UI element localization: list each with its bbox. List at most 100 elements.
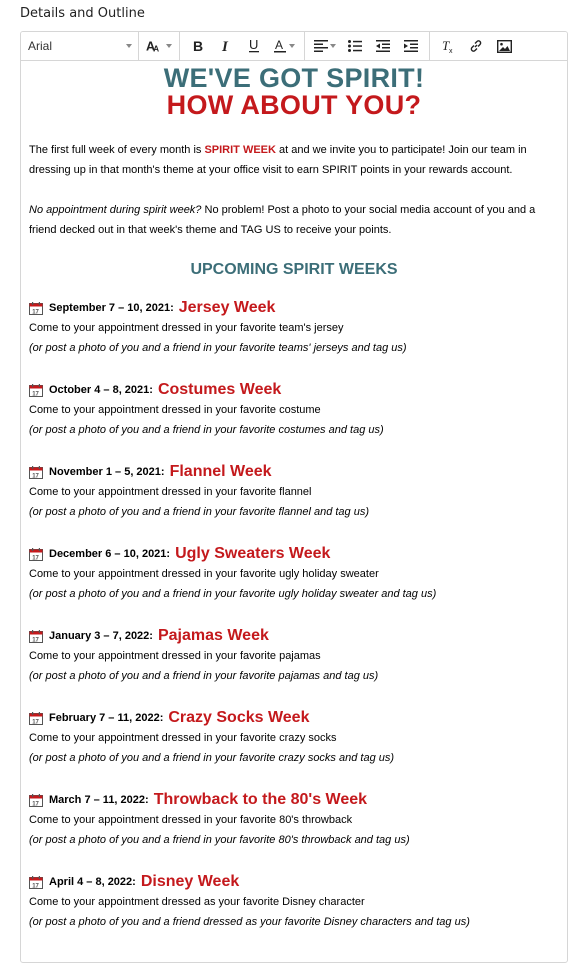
event-item: 17 October 4 – 8, 2021: Costumes Week Co…: [29, 380, 559, 440]
calendar-icon: 17: [29, 793, 43, 807]
clear-formatting-icon: Tx: [442, 39, 453, 53]
event-item: 17 November 1 – 5, 2021: Flannel Week Co…: [29, 462, 559, 522]
event-date: February 7 – 11, 2022:: [49, 712, 164, 724]
indent-icon: [404, 40, 418, 52]
font-size-button[interactable]: AA: [146, 35, 172, 57]
editor-content[interactable]: WE'VE GOT SPIRIT! HOW ABOUT YOU? The fir…: [21, 61, 567, 932]
calendar-icon: 17: [29, 711, 43, 725]
event-item: 17 April 4 – 8, 2022: Disney Week Come t…: [29, 872, 559, 932]
font-family-select[interactable]: Arial: [21, 32, 139, 60]
event-description: Come to your appointment dressed in your…: [29, 814, 353, 826]
bold-button[interactable]: B: [187, 35, 209, 57]
event-name: Jersey Week: [178, 299, 276, 316]
event-description: Come to your appointment dressed in your…: [29, 650, 321, 662]
svg-text:B: B: [193, 39, 203, 53]
font-color-icon: A: [274, 38, 286, 53]
chevron-down-icon: [330, 44, 336, 48]
font-color-button[interactable]: A: [271, 35, 297, 57]
event-header: 17 October 4 – 8, 2021: Costumes Week: [29, 380, 559, 400]
underline-button[interactable]: U: [243, 35, 265, 57]
svg-text:A: A: [153, 44, 159, 53]
font-size-icon: AA: [146, 40, 159, 54]
event-date: December 6 – 10, 2021:: [49, 548, 171, 560]
bold-icon: B: [193, 39, 203, 53]
bullet-list-button[interactable]: [344, 35, 366, 57]
format-group: B I U A: [180, 32, 305, 60]
event-date: October 4 – 8, 2021:: [49, 384, 153, 396]
outdent-button[interactable]: [372, 35, 394, 57]
event-header: 17 September 7 – 10, 2021: Jersey Week: [29, 298, 559, 318]
event-name: Crazy Socks Week: [168, 709, 310, 726]
event-description: Come to your appointment dressed in your…: [29, 404, 321, 416]
event-header: 17 January 3 – 7, 2022: Pajamas Week: [29, 626, 559, 646]
align-left-button[interactable]: [312, 35, 338, 57]
insert-group: Tx: [430, 32, 522, 60]
no-appointment-paragraph: No appointment during spirit week? No pr…: [29, 200, 559, 240]
event-description: Come to your appointment dressed in your…: [29, 732, 337, 744]
chevron-down-icon: [166, 44, 172, 48]
svg-text:A: A: [275, 38, 283, 52]
paragraph-group: [305, 32, 430, 60]
svg-text:17: 17: [32, 473, 39, 479]
editor-toolbar: Arial AA B I U A T x: [21, 32, 567, 61]
event-name: Disney Week: [140, 873, 240, 890]
upcoming-title: UPCOMING SPIRIT WEEKS: [190, 261, 398, 278]
event-name: Throwback to the 80's Week: [153, 791, 368, 808]
event-alternative: (or post a photo of you and a friend dre…: [29, 916, 470, 928]
event-alternative: (or post a photo of you and a friend in …: [29, 834, 410, 846]
svg-text:17: 17: [32, 637, 39, 643]
event-description: Come to your appointment dressed as your…: [29, 896, 365, 908]
event-alternative: (or post a photo of you and a friend in …: [29, 670, 379, 682]
svg-text:17: 17: [32, 391, 39, 397]
event-item: 17 January 3 – 7, 2022: Pajamas Week Com…: [29, 626, 559, 686]
chevron-down-icon: [126, 44, 132, 48]
calendar-icon: 17: [29, 875, 43, 889]
calendar-icon: 17: [29, 465, 43, 479]
svg-text:17: 17: [32, 719, 39, 725]
event-header: 17 March 7 – 11, 2022: Throwback to the …: [29, 790, 559, 810]
event-list: 17 September 7 – 10, 2021: Jersey Week C…: [29, 298, 559, 932]
heading-spirit: WE'VE GOT SPIRIT!: [163, 63, 425, 93]
no-appointment-question: No appointment during spirit week?: [29, 204, 202, 216]
svg-text:17: 17: [32, 801, 39, 807]
image-icon: [496, 39, 512, 53]
intro-paragraph: The first full week of every month is SP…: [29, 140, 559, 180]
event-alternative: (or post a photo of you and a friend in …: [29, 506, 369, 518]
svg-text:17: 17: [32, 555, 39, 561]
svg-text:17: 17: [32, 883, 39, 889]
event-header: 17 February 7 – 11, 2022: Crazy Socks We…: [29, 708, 559, 728]
event-header: 17 December 6 – 10, 2021: Ugly Sweaters …: [29, 544, 559, 564]
link-button[interactable]: [465, 35, 487, 57]
spirit-week-highlight: SPIRIT WEEK: [204, 144, 276, 156]
underline-icon: U: [249, 38, 259, 53]
align-left-icon: [314, 40, 328, 52]
event-alternative: (or post a photo of you and a friend in …: [29, 588, 437, 600]
event-alternative: (or post a photo of you and a friend in …: [29, 424, 384, 436]
event-item: 17 March 7 – 11, 2022: Throwback to the …: [29, 790, 559, 850]
event-alternative: (or post a photo of you and a friend in …: [29, 752, 395, 764]
indent-button[interactable]: [400, 35, 422, 57]
calendar-icon: 17: [29, 383, 43, 397]
event-date: September 7 – 10, 2021:: [49, 302, 174, 314]
event-header: 17 April 4 – 8, 2022: Disney Week: [29, 872, 559, 892]
link-icon: [470, 40, 482, 52]
event-item: 17 December 6 – 10, 2021: Ugly Sweaters …: [29, 544, 559, 604]
event-header: 17 November 1 – 5, 2021: Flannel Week: [29, 462, 559, 482]
italic-button[interactable]: I: [215, 35, 237, 57]
rich-text-editor[interactable]: Arial AA B I U A T x WE'VE GOT SPIRIT! H…: [20, 31, 568, 963]
event-name: Flannel Week: [169, 463, 272, 480]
event-item: 17 February 7 – 11, 2022: Crazy Socks We…: [29, 708, 559, 768]
event-date: November 1 – 5, 2021:: [49, 466, 165, 478]
event-name: Pajamas Week: [157, 627, 269, 644]
chevron-down-icon: [289, 44, 295, 48]
event-name: Ugly Sweaters Week: [175, 545, 331, 562]
heading-how-about-you: HOW ABOUT YOU?: [166, 90, 422, 120]
event-alternative: (or post a photo of you and a friend in …: [29, 342, 407, 354]
event-name: Costumes Week: [157, 381, 282, 398]
clear-formatting-button[interactable]: Tx: [437, 35, 459, 57]
svg-text:17: 17: [32, 309, 39, 315]
event-date: April 4 – 8, 2022:: [49, 876, 136, 888]
event-date: January 3 – 7, 2022:: [49, 630, 153, 642]
calendar-icon: 17: [29, 301, 43, 315]
image-button[interactable]: [493, 35, 515, 57]
